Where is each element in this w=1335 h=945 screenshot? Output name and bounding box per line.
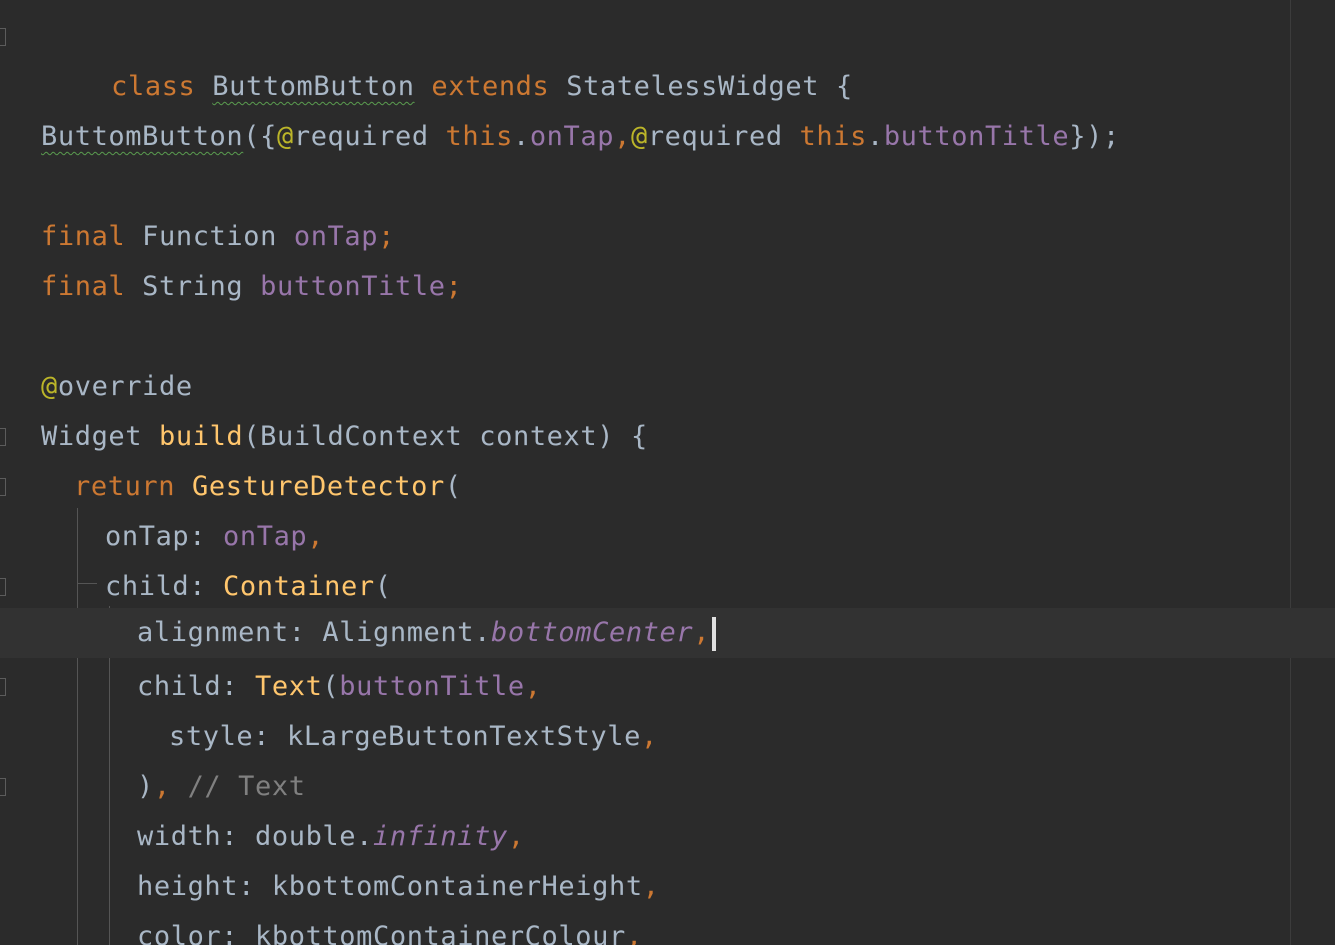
keyword: return bbox=[74, 471, 176, 502]
static-field-ref: bottomCenter bbox=[490, 617, 694, 648]
class-name: Alignment bbox=[322, 617, 475, 648]
code-line-6[interactable]: final String buttonTitle; bbox=[0, 262, 1335, 312]
type-name: double bbox=[255, 821, 357, 852]
superclass-name: StatelessWidget bbox=[566, 71, 820, 102]
punctuation: ( bbox=[444, 471, 462, 502]
code-line-17[interactable]: width: double.infinity, bbox=[0, 812, 1335, 862]
code-line-11[interactable]: onTap: onTap, bbox=[0, 512, 1335, 562]
code-line-14[interactable]: child: Text(buttonTitle, bbox=[0, 662, 1335, 712]
annotation-name: override bbox=[57, 371, 193, 402]
punctuation: ) { bbox=[597, 421, 648, 452]
keyword: this bbox=[445, 121, 513, 152]
field-ref: buttonTitle bbox=[339, 671, 525, 702]
named-arg-label: child: bbox=[105, 571, 207, 602]
type-name: String bbox=[142, 271, 244, 302]
named-arg-label: style: bbox=[169, 721, 271, 752]
punctuation: . bbox=[474, 617, 491, 648]
code-line-13[interactable]: alignment: Alignment.bottomCenter, bbox=[0, 608, 1335, 658]
punctuation: , bbox=[307, 521, 325, 552]
code-line-12[interactable]: child: Container( bbox=[0, 562, 1335, 612]
class-name: ButtomButton bbox=[212, 71, 415, 102]
fold-marker-icon[interactable] bbox=[0, 678, 6, 696]
punctuation: ( bbox=[374, 571, 392, 602]
brace: { bbox=[835, 71, 853, 102]
named-arg-label: height: bbox=[137, 871, 255, 902]
fold-marker-icon[interactable] bbox=[0, 778, 6, 796]
punctuation: , bbox=[640, 721, 658, 752]
closing-label-comment: // Text bbox=[187, 771, 306, 802]
punctuation: ; bbox=[445, 271, 463, 302]
param-name: context bbox=[479, 421, 598, 452]
named-arg-label: color: bbox=[137, 921, 239, 945]
annotation-at: @ bbox=[630, 121, 648, 152]
code-line-19[interactable]: color: kbottomContainerColour, bbox=[0, 912, 1335, 945]
field-name: onTap bbox=[293, 221, 379, 252]
punctuation: , bbox=[524, 671, 542, 702]
code-line-9[interactable]: Widget build(BuildContext context) { bbox=[0, 412, 1335, 462]
code-line-8[interactable]: @override bbox=[0, 362, 1335, 412]
punctuation: ( bbox=[322, 671, 340, 702]
constant-ref: kbottomContainerHeight bbox=[271, 871, 643, 902]
punctuation: . bbox=[356, 821, 373, 852]
punctuation: . bbox=[866, 121, 884, 152]
punctuation: ({ bbox=[243, 121, 277, 152]
code-editor[interactable]: class ButtomButton extends StatelessWidg… bbox=[0, 0, 1335, 945]
punctuation: , bbox=[153, 771, 171, 802]
field-ref: onTap bbox=[529, 121, 615, 152]
fold-marker-icon[interactable] bbox=[0, 428, 6, 446]
code-line-15[interactable]: style: kLargeButtonTextStyle, bbox=[0, 712, 1335, 762]
fold-marker-icon[interactable] bbox=[0, 28, 6, 46]
class-call: Container bbox=[223, 571, 375, 602]
code-line-3[interactable]: ButtomButton({@required this.onTap,@requ… bbox=[0, 112, 1335, 162]
punctuation: , bbox=[625, 921, 643, 945]
punctuation: , bbox=[693, 617, 711, 648]
named-arg-label: onTap: bbox=[105, 521, 207, 552]
code-line-18[interactable]: height: kbottomContainerHeight, bbox=[0, 862, 1335, 912]
keyword: extends bbox=[431, 71, 550, 102]
keyword: this bbox=[799, 121, 867, 152]
punctuation: , bbox=[507, 821, 525, 852]
punctuation: , bbox=[614, 121, 631, 152]
class-call: GestureDetector bbox=[192, 471, 445, 502]
code-line-5[interactable]: final Function onTap; bbox=[0, 212, 1335, 262]
annotation-at: @ bbox=[41, 371, 58, 402]
field-ref: onTap bbox=[223, 521, 308, 552]
annotation-at: @ bbox=[276, 121, 294, 152]
method-name: build bbox=[159, 421, 244, 452]
field-ref: buttonTitle bbox=[883, 121, 1070, 152]
constant-ref: kbottomContainerColour bbox=[255, 921, 626, 945]
type-name: BuildContext bbox=[260, 421, 463, 452]
fold-marker-icon[interactable] bbox=[0, 578, 6, 596]
punctuation: ( bbox=[243, 421, 261, 452]
annotation-name: required bbox=[647, 121, 783, 152]
code-line-10[interactable]: return GestureDetector( bbox=[0, 462, 1335, 512]
constructor-name: ButtomButton bbox=[41, 121, 244, 152]
keyword: class bbox=[111, 71, 196, 102]
constant-ref: kLargeButtonTextStyle bbox=[287, 721, 641, 752]
code-line-1[interactable]: class ButtomButton extends StatelessWidg… bbox=[0, 12, 1335, 102]
fold-marker-icon[interactable] bbox=[0, 478, 6, 496]
punctuation: ) bbox=[137, 771, 154, 802]
punctuation: , bbox=[642, 871, 660, 902]
type-name: Function bbox=[142, 221, 277, 252]
punctuation: ; bbox=[378, 221, 395, 252]
static-field-ref: infinity bbox=[373, 821, 508, 852]
annotation-name: required bbox=[293, 121, 429, 152]
punctuation: . bbox=[512, 121, 530, 152]
field-name: buttonTitle bbox=[260, 271, 446, 302]
keyword: final bbox=[41, 271, 126, 302]
named-arg-label: alignment: bbox=[137, 617, 306, 648]
code-line-16[interactable]: ), // Text bbox=[0, 762, 1335, 812]
named-arg-label: child: bbox=[137, 671, 239, 702]
text-caret bbox=[712, 616, 717, 651]
punctuation: }); bbox=[1069, 121, 1120, 152]
class-call: Text bbox=[255, 671, 323, 702]
keyword: final bbox=[41, 221, 126, 252]
type-name: Widget bbox=[41, 421, 143, 452]
named-arg-label: width: bbox=[137, 821, 239, 852]
